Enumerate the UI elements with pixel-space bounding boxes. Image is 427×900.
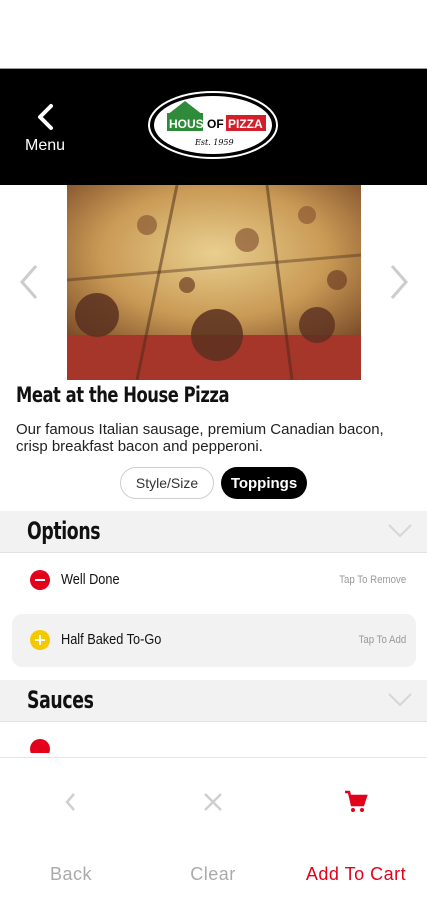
add-to-cart-button[interactable]: Add To Cart [285, 758, 427, 900]
logo-house-text: HOUSE [169, 117, 212, 131]
chevron-left-icon [38, 104, 53, 130]
customize-tabs: Style/Size Toppings [0, 467, 427, 499]
status-bar-area [0, 0, 427, 68]
chevron-down-icon [388, 524, 412, 538]
logo-of-text: OF [207, 117, 224, 131]
previous-image-arrow-icon[interactable] [16, 262, 42, 302]
plus-circle-icon [30, 630, 50, 650]
option-hint: Tap To Add [358, 634, 406, 646]
sauces-section-header[interactable]: Sauces [0, 680, 427, 722]
clear-button[interactable]: Clear [142, 758, 284, 900]
option-label: Well Done [61, 571, 120, 588]
tab-toppings[interactable]: Toppings [221, 467, 307, 499]
options-section-header[interactable]: Options [0, 511, 427, 553]
product-image [67, 185, 361, 380]
back-button[interactable]: Back [0, 758, 142, 900]
next-image-arrow-icon[interactable] [386, 262, 412, 302]
close-icon [204, 793, 222, 811]
logo-est-text: Est. 1959 [194, 138, 234, 147]
tab-style-size[interactable]: Style/Size [120, 467, 214, 499]
options-section-title: Options [27, 517, 101, 545]
option-hint: Tap To Remove [338, 574, 406, 586]
option-half-baked[interactable]: Half Baked To-Go Tap To Add [12, 614, 416, 667]
sauces-section-title: Sauces [27, 686, 94, 714]
house-of-pizza-logo: HOUSE OF PIZZA Est. 1959 [148, 91, 278, 159]
clear-button-label: Clear [190, 864, 236, 884]
sauce-item-partial-icon [30, 739, 50, 753]
back-to-menu-button[interactable]: Menu [14, 103, 76, 159]
back-menu-label: Menu [24, 137, 66, 154]
shopping-cart-icon [345, 790, 368, 812]
chevron-down-icon [388, 693, 412, 707]
app-header: Menu HOUSE OF PIZZA Est. 1959 [0, 68, 427, 185]
product-description: Our famous Italian sausage, premium Cana… [16, 421, 384, 455]
logo-pizza-text: PIZZA [228, 117, 263, 131]
product-title: Meat at the House Pizza [16, 383, 230, 407]
back-button-label: Back [49, 864, 93, 884]
minus-circle-icon [30, 570, 50, 590]
option-well-done[interactable]: Well Done Tap To Remove [12, 554, 416, 607]
option-label: Half Baked To-Go [61, 631, 162, 648]
bottom-action-bar: Back Clear Add To Cart [0, 757, 427, 900]
add-to-cart-label: Add To Cart [305, 864, 407, 884]
chevron-left-icon [65, 793, 75, 811]
